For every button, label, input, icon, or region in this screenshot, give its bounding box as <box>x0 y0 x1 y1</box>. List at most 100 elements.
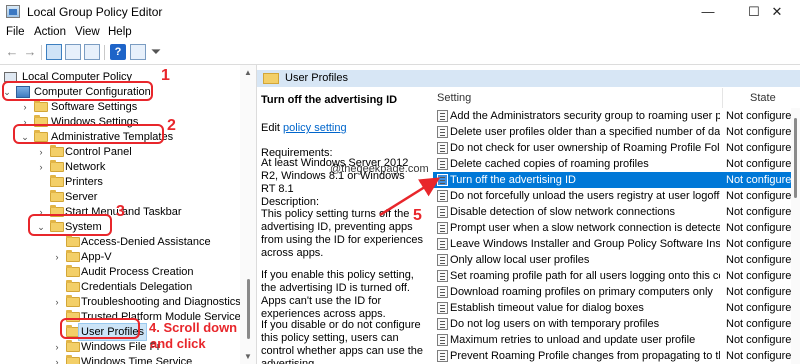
policy-setting-icon <box>437 206 448 218</box>
menu-help[interactable]: Help <box>108 26 132 38</box>
extended-view-icon[interactable] <box>130 44 146 60</box>
tree-item-app-v[interactable]: › App-V <box>52 249 238 265</box>
policy-row[interactable]: Prompt user when a slow network connecti… <box>433 220 800 236</box>
policy-name: Leave Windows Installer and Group Policy… <box>450 238 720 250</box>
tree-item-printers[interactable]: Printers <box>36 174 236 190</box>
annotation-step5: 5 <box>413 207 422 224</box>
edit-prefix: Edit <box>261 122 284 134</box>
policy-row[interactable]: Set roaming profile path for all users l… <box>433 268 800 284</box>
tree-item-label: Printers <box>65 176 103 188</box>
scroll-up-icon[interactable]: ▲ <box>244 68 252 77</box>
minimize-button[interactable]: — <box>685 0 731 24</box>
policy-name: Prompt user when a slow network connecti… <box>450 222 720 234</box>
menu-bar: File Action View Help <box>0 24 800 42</box>
tree-item-label: Windows Time Service <box>81 356 193 364</box>
policy-setting-icon <box>437 222 448 234</box>
menu-view[interactable]: View <box>75 26 100 38</box>
tree-item-access-denied-assistance[interactable]: Access-Denied Assistance <box>52 234 238 250</box>
edit-policy-line: Edit policy setting <box>261 122 433 135</box>
tree-item-credentials-delegation[interactable]: Credentials Delegation <box>52 279 238 295</box>
tree-item-control-panel[interactable]: › Control Panel <box>36 144 236 160</box>
menu-action[interactable]: Action <box>34 26 66 38</box>
column-header-setting[interactable]: Setting <box>437 92 471 104</box>
export-list-icon[interactable] <box>84 44 100 60</box>
back-arrow-icon[interactable]: ← <box>4 44 20 60</box>
folder-icon <box>66 265 80 277</box>
settings-scrollbar[interactable] <box>791 108 800 364</box>
chevron-right-icon[interactable]: › <box>20 99 30 115</box>
tree-item-network[interactable]: › Network <box>36 159 236 175</box>
policy-setting-icon <box>437 302 448 314</box>
policy-row[interactable]: Establish timeout value for dialog boxes… <box>433 300 800 316</box>
enabled-text: If you enable this policy setting, the a… <box>261 269 414 320</box>
scroll-down-icon[interactable]: ▼ <box>244 352 252 361</box>
tree-item-label: Credentials Delegation <box>81 281 193 293</box>
folder-icon <box>34 100 48 112</box>
tree-item-windows-file-protection[interactable]: › Windows File Pr <box>52 339 238 355</box>
policy-row[interactable]: Download roaming profiles on primary com… <box>433 284 800 300</box>
policy-state: Not configure <box>726 350 792 362</box>
pane-divider[interactable] <box>256 65 257 364</box>
chevron-right-icon[interactable]: › <box>36 159 46 175</box>
policy-state: Not configure <box>726 318 792 330</box>
tree-item-windows-time-service[interactable]: › Windows Time Service <box>52 354 238 364</box>
policy-setting-icon <box>437 286 448 298</box>
tree-item-label: App-V <box>81 251 112 263</box>
policy-row-selected[interactable]: Turn off the advertising ID Not configure <box>433 172 800 188</box>
policy-state: Not configure <box>726 238 792 250</box>
tree-item-server[interactable]: Server <box>36 189 236 205</box>
policy-row[interactable]: Do not forcefully unload the users regis… <box>433 188 800 204</box>
properties-grid-icon[interactable] <box>65 44 81 60</box>
tree-item-software-settings[interactable]: › Software Settings <box>20 99 230 115</box>
policy-row[interactable]: Prevent Roaming Profile changes from pro… <box>433 348 800 364</box>
chevron-right-icon[interactable]: › <box>36 144 46 160</box>
chevron-right-icon[interactable]: › <box>52 354 62 364</box>
policy-state: Not configure <box>726 222 792 234</box>
policy-row[interactable]: Only allow local user profiles Not config… <box>433 252 800 268</box>
chevron-right-icon[interactable]: › <box>52 249 62 265</box>
policy-state: Not configure <box>726 286 792 298</box>
folder-icon <box>66 295 80 307</box>
policy-setting-icon <box>437 270 448 282</box>
policy-row[interactable]: Maximum retries to unload and update use… <box>433 332 800 348</box>
tree-item-audit-process-creation[interactable]: Audit Process Creation <box>52 264 238 280</box>
policy-row[interactable]: Leave Windows Installer and Group Policy… <box>433 236 800 252</box>
annotation-box-step4 <box>60 318 140 339</box>
policy-row[interactable]: Delete cached copies of roaming profiles… <box>433 156 800 172</box>
chevron-right-icon[interactable]: › <box>52 294 62 310</box>
filter-icon[interactable]: ⏷ <box>148 44 164 60</box>
policy-name: Do not forcefully unload the users regis… <box>450 190 720 202</box>
tree-item-label: Troubleshooting and Diagnostics <box>81 296 241 308</box>
forward-arrow-icon[interactable]: → <box>22 44 38 60</box>
policy-row[interactable]: Do not check for user ownership of Roami… <box>433 140 800 156</box>
folder-icon <box>66 280 80 292</box>
scrollbar-thumb[interactable] <box>794 118 797 198</box>
close-button[interactable]: ✕ <box>754 0 800 24</box>
policy-row[interactable]: Add the Administrators security group to… <box>433 108 800 124</box>
show-hide-tree-icon[interactable] <box>46 44 62 60</box>
menu-file[interactable]: File <box>6 26 25 38</box>
tree-item-label: Windows File Pr <box>81 341 161 353</box>
tree-item-label: Network <box>65 161 106 173</box>
edit-policy-link[interactable]: policy setting <box>283 122 347 134</box>
chevron-right-icon[interactable]: › <box>52 339 62 355</box>
column-separator[interactable] <box>722 88 723 108</box>
tree-item-label: Control Panel <box>65 146 132 158</box>
policy-setting-icon <box>437 158 448 170</box>
policy-row[interactable]: Do not log users on with temporary profi… <box>433 316 800 332</box>
policy-title: Turn off the advertising ID <box>261 94 398 106</box>
policy-setting-icon <box>437 254 448 266</box>
help-icon[interactable]: ? <box>110 44 126 60</box>
folder-icon <box>50 190 64 202</box>
gpedit-app-icon <box>6 5 20 18</box>
policy-row[interactable]: Delete user profiles older than a specif… <box>433 124 800 140</box>
folder-icon <box>263 73 279 84</box>
tree-item-troubleshooting[interactable]: › Troubleshooting and Diagnostics <box>52 294 241 310</box>
annotation-step4: 4. Scroll down <box>149 320 238 335</box>
annotation-step2: 2 <box>167 117 176 134</box>
tree-scrollbar[interactable]: ▲ ▼ <box>240 65 256 364</box>
scrollbar-thumb[interactable] <box>247 279 250 339</box>
column-header-state[interactable]: State <box>750 92 776 104</box>
toolbar: ← → ? ⏷ <box>0 42 800 64</box>
policy-row[interactable]: Disable detection of slow network connec… <box>433 204 800 220</box>
